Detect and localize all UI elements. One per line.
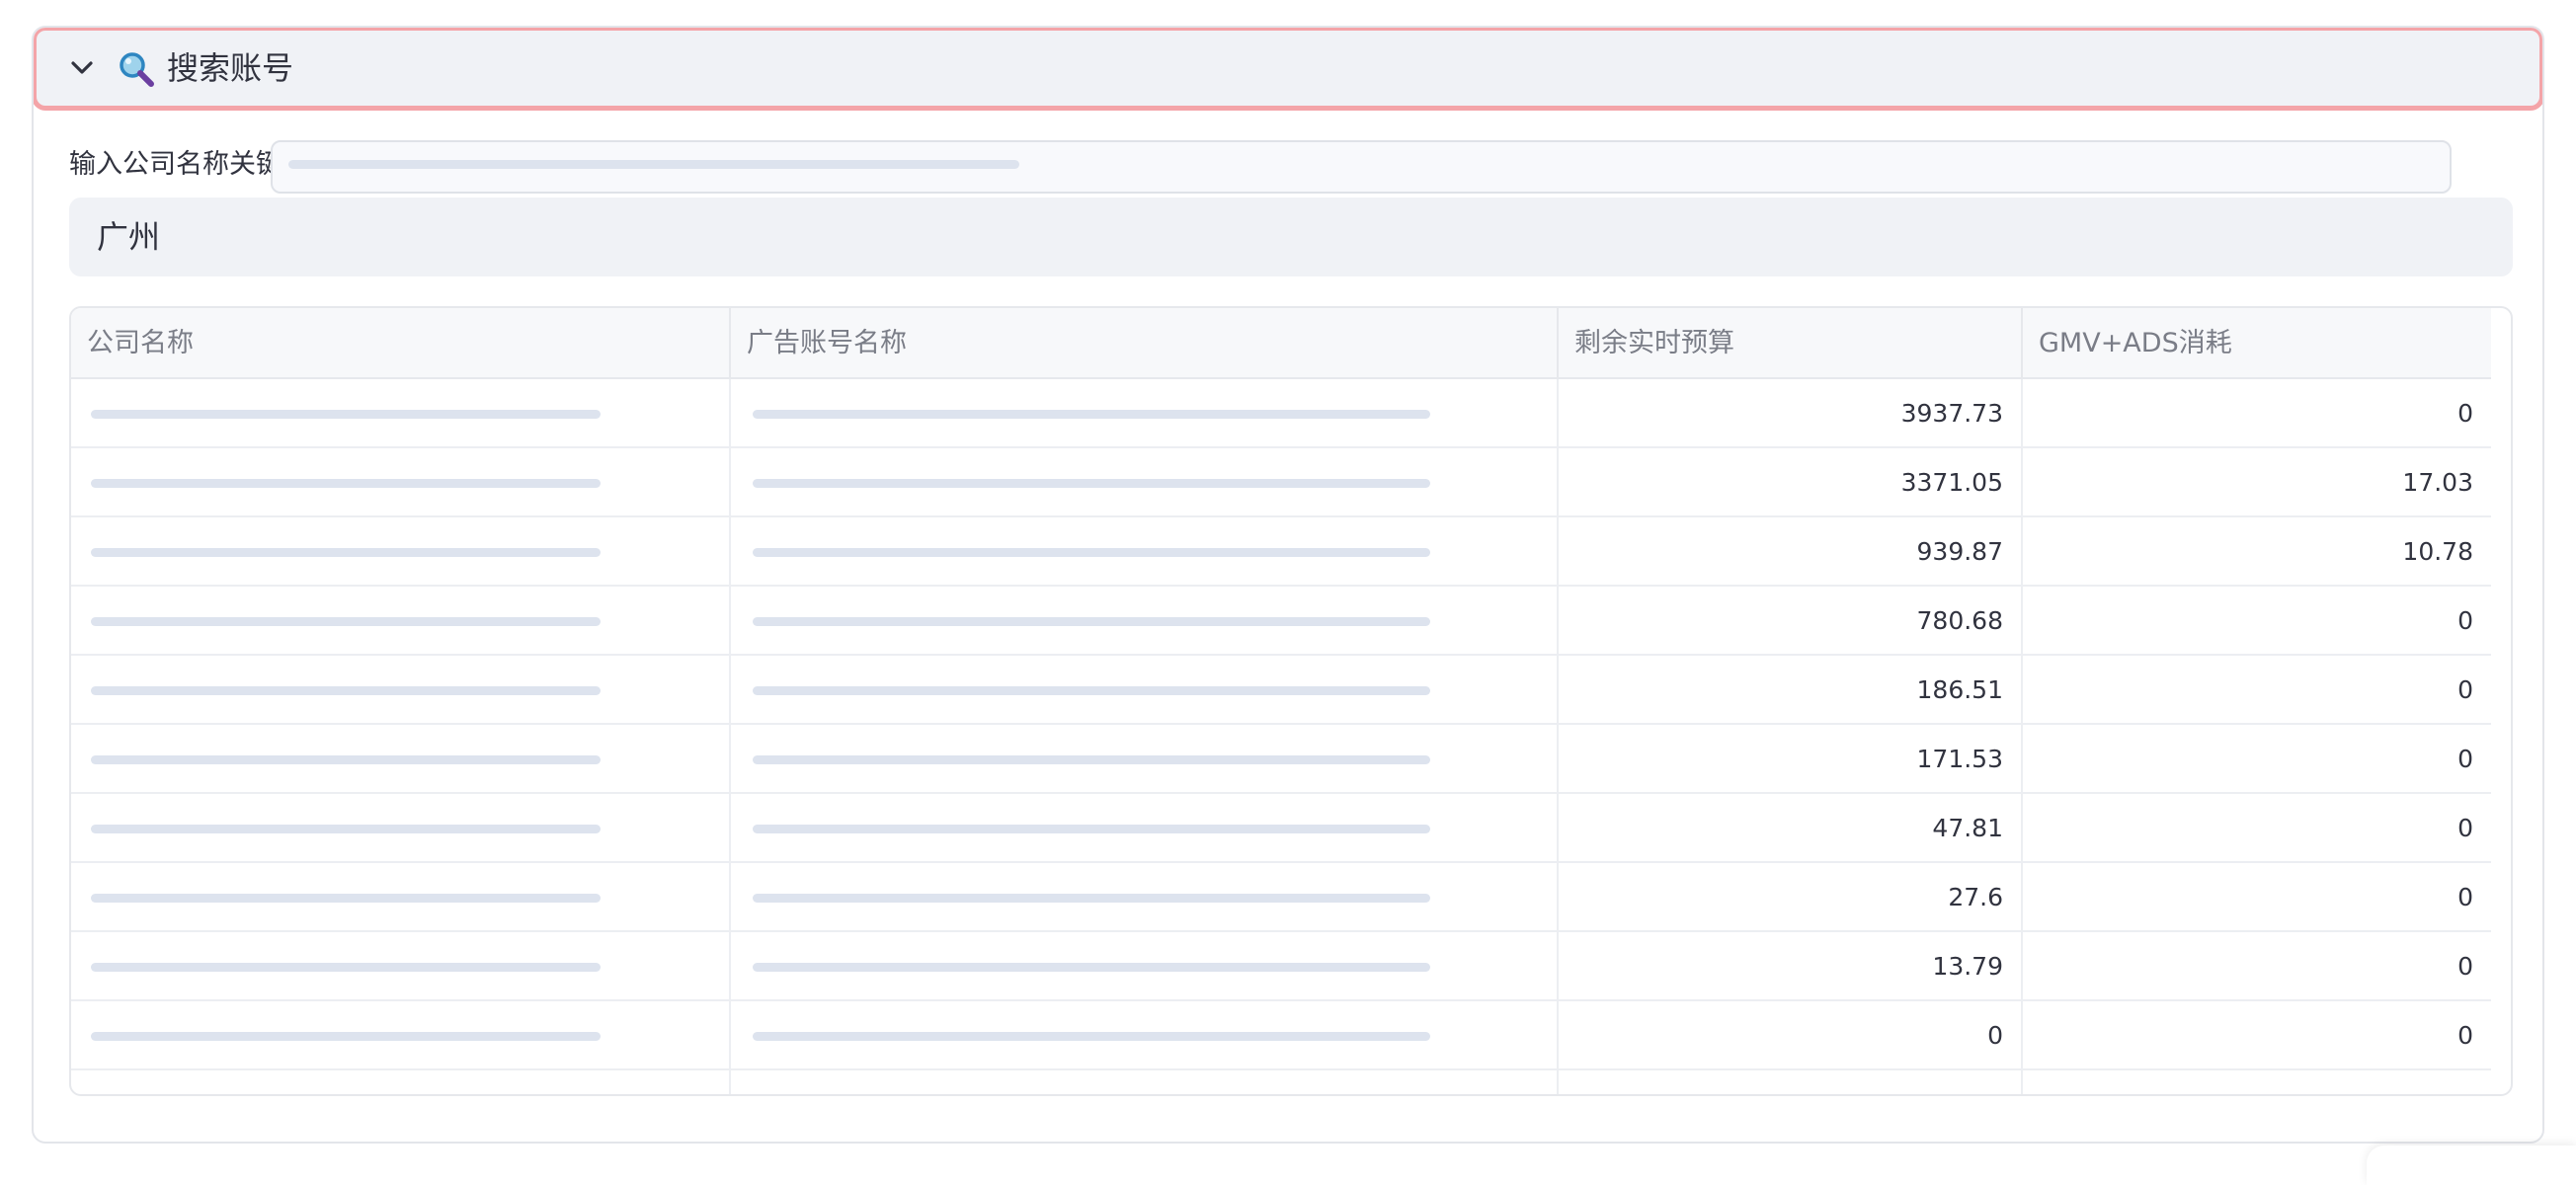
gmv-ads-spend-cell: 17.03 [2402, 468, 2473, 497]
search-account-expander: 搜索账号 输入公司名称关键 广州 公司名称 广告账号名称 剩余实时预算 GMV+… [32, 26, 2544, 1144]
company-name-cell [71, 725, 731, 794]
cell-skeleton [753, 894, 1430, 903]
magnifying-glass-icon [118, 50, 155, 88]
ad-account-name-cell [731, 448, 1559, 517]
remaining-budget-cell: 13.79 [1559, 932, 2023, 1001]
remaining-budget-cell: 3371.05 [1559, 448, 2023, 517]
cell-skeleton [753, 825, 1430, 833]
table-row[interactable]: 186.51 0 [71, 656, 2491, 725]
remaining-budget-cell: 186.51 [1559, 656, 2023, 725]
remaining-budget-cell: 47.81 [1559, 794, 2023, 863]
cell-skeleton [753, 548, 1430, 557]
company-name-cell [71, 656, 731, 725]
chevron-down-icon[interactable] [66, 52, 98, 84]
ad-account-name-cell [731, 863, 1559, 932]
company-name-cell [71, 379, 731, 448]
company-name-cell [71, 448, 731, 517]
table-row[interactable] [71, 1070, 2491, 1094]
column-header-ad-account-name[interactable]: 广告账号名称 [731, 308, 1559, 379]
gmv-ads-spend-cell: 0 [2457, 1021, 2473, 1050]
cell-skeleton [91, 825, 601, 833]
ad-account-name-cell [731, 725, 1559, 794]
gmv-ads-spend-cell: 0 [2457, 399, 2473, 428]
ad-account-name-cell [731, 1001, 1559, 1070]
gmv-ads-spend-cell: 0 [2457, 883, 2473, 911]
company-name-cell [71, 932, 731, 1001]
ad-account-name-cell [731, 794, 1559, 863]
expander-title: 搜索账号 [167, 49, 294, 87]
table-row[interactable]: 171.53 0 [71, 725, 2491, 794]
company-name-cell [71, 517, 731, 587]
company-name-cell [71, 587, 731, 656]
expander-header[interactable]: 搜索账号 [34, 28, 2542, 111]
cell-skeleton [91, 686, 601, 695]
cell-skeleton [753, 479, 1430, 488]
ad-account-name-cell [731, 379, 1559, 448]
table-row[interactable]: 3937.73 0 [71, 379, 2491, 448]
remaining-budget-cell: 3937.73 [1559, 379, 2023, 448]
ad-account-name-cell [731, 656, 1559, 725]
table-row[interactable]: 00 [71, 1001, 2491, 1070]
input-skeleton [288, 160, 1019, 169]
ad-account-name-cell [731, 517, 1559, 587]
table-row[interactable]: 3371.05 17.03 [71, 448, 2491, 517]
region-display: 广州 [69, 198, 2513, 276]
cell-skeleton [753, 1032, 1430, 1041]
remaining-budget-cell: 780.68 [1559, 587, 2023, 656]
cell-skeleton [91, 963, 601, 972]
cell-skeleton [91, 479, 601, 488]
table-row[interactable]: 13.79 0 [71, 932, 2491, 1001]
table-row[interactable]: 780.68 0 [71, 587, 2491, 656]
gmv-ads-spend-cell: 0 [2457, 606, 2473, 635]
gmv-ads-spend-cell: 0 [2457, 814, 2473, 842]
remaining-budget-cell: 27.6 [1559, 863, 2023, 932]
remaining-budget-cell: 0 [1559, 1001, 2023, 1070]
table-row[interactable]: 939.87 10.78 [71, 517, 2491, 587]
cell-skeleton [91, 755, 601, 764]
cell-skeleton [753, 686, 1430, 695]
gmv-ads-spend-cell: 0 [2457, 745, 2473, 773]
cell-skeleton [91, 1032, 601, 1041]
company-name-cell [71, 1070, 731, 1094]
cell-skeleton [91, 617, 601, 626]
ad-account-name-cell [731, 932, 1559, 1001]
cell-skeleton [91, 548, 601, 557]
cell-skeleton [91, 410, 601, 419]
remaining-budget-cell [1559, 1070, 2023, 1094]
accounts-table: 公司名称 广告账号名称 剩余实时预算 GMV+ADS消耗 3937.73 0 337… [69, 306, 2513, 1096]
remaining-budget-cell: 939.87 [1559, 517, 2023, 587]
company-search-label: 输入公司名称关键 [69, 149, 277, 180]
ad-account-name-cell [731, 587, 1559, 656]
company-name-cell [71, 863, 731, 932]
table-header: 公司名称 广告账号名称 剩余实时预算 GMV+ADS消耗 [71, 308, 2491, 379]
table-row[interactable]: 27.6 0 [71, 863, 2491, 932]
cell-skeleton [753, 617, 1430, 626]
column-header-gmv-ads-spend[interactable]: GMV+ADS消耗 [2023, 308, 2491, 379]
table-row[interactable]: 47.81 0 [71, 794, 2491, 863]
company-name-cell [71, 1001, 731, 1070]
cell-skeleton [753, 755, 1430, 764]
cell-skeleton [753, 963, 1430, 972]
remaining-budget-cell: 171.53 [1559, 725, 2023, 794]
company-search-input[interactable] [271, 140, 2452, 194]
ad-account-name-cell [731, 1070, 1559, 1094]
gmv-ads-spend-cell: 0 [2457, 675, 2473, 704]
cell-skeleton [91, 894, 601, 903]
company-name-cell [71, 794, 731, 863]
gmv-ads-spend-cell: 0 [2457, 952, 2473, 981]
cell-skeleton [753, 410, 1430, 419]
gmv-ads-spend-cell [2023, 1070, 2491, 1094]
column-header-remaining-budget[interactable]: 剩余实时预算 [1559, 308, 2023, 379]
column-header-company-name[interactable]: 公司名称 [71, 308, 731, 379]
corner-widget [2367, 1146, 2576, 1185]
gmv-ads-spend-cell: 10.78 [2402, 537, 2473, 566]
